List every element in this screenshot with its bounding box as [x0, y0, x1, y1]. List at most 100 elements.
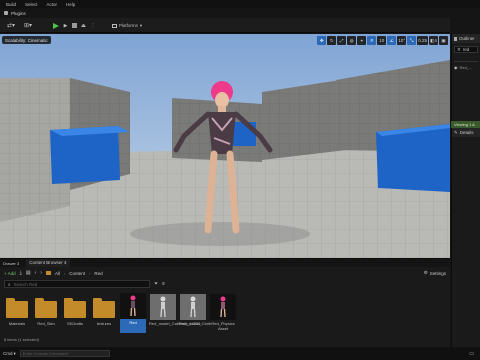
- scale-tool-button[interactable]: ⤢: [337, 36, 347, 45]
- eject-icon: ⏏: [81, 22, 86, 29]
- folder-icon: [64, 298, 86, 318]
- asset-tile-red-physics-asset[interactable]: Red_Physics Asset: [210, 294, 236, 331]
- scale-snap-button[interactable]: ⤡: [407, 36, 417, 45]
- viewport-scene: [0, 34, 450, 258]
- plugin-icon: [4, 11, 8, 15]
- tab-drawer[interactable]: Drawer 3: [0, 261, 22, 266]
- menu-bar: Build Select Actor Help: [0, 0, 480, 8]
- details-header[interactable]: ✎ Details: [452, 128, 480, 137]
- cb-search-placeholder: Search Red: [13, 281, 38, 287]
- outliner-search[interactable]: ✕ red: [454, 46, 478, 53]
- grid-snap-button[interactable]: #: [367, 36, 377, 45]
- stop-button[interactable]: [71, 21, 78, 30]
- menu-select[interactable]: Select: [25, 2, 38, 7]
- asset-tile-red-model-calibrate[interactable]: Red_model_Calibrate_LOD0: [149, 294, 201, 327]
- details-panel: ✎ Details: [451, 128, 480, 360]
- outliner-row[interactable]: ◉ Red_...: [454, 64, 478, 70]
- search-icon: ⌕: [8, 281, 11, 287]
- asset-label: Red_model_Calibrate_LOD0: [149, 321, 201, 326]
- outliner-panel: Outliner ✕ red ◉ Red_...: [451, 34, 480, 121]
- import-icon[interactable]: ⤓: [20, 270, 22, 276]
- details-icon: ✎: [454, 129, 458, 135]
- grid-icon: #: [370, 38, 373, 43]
- asset-tile-skdrafts[interactable]: SKDrafts: [62, 294, 88, 327]
- scale-icon: ⤢: [339, 38, 344, 43]
- viewing-status: Viewing 1 A: [451, 121, 480, 128]
- physics-asset-thumbnail: [210, 294, 236, 320]
- bottom-bar: Cmd ▾ Enter Console Command ▭: [0, 347, 480, 360]
- source-control-icon[interactable]: ▭: [469, 351, 474, 357]
- chevron-down-icon: ▾: [13, 350, 16, 356]
- rotation-snap-value[interactable]: 10°: [397, 36, 407, 45]
- scalability-label: Scalability: Cinematic: [5, 37, 48, 43]
- surface-snap-button[interactable]: ⌖: [357, 36, 367, 45]
- filter-icon[interactable]: ⏷: [154, 281, 158, 287]
- play-button[interactable]: [52, 21, 60, 30]
- console-input[interactable]: Enter Console Command: [19, 350, 110, 357]
- platforms-icon: [111, 23, 117, 28]
- eject-button[interactable]: ⏏: [80, 21, 87, 30]
- visibility-icon: ◉: [454, 64, 458, 70]
- back-icon[interactable]: ‹: [35, 270, 37, 276]
- physics-thumbnail: [150, 294, 176, 320]
- asset-tile-red-model-cloth[interactable]: Red_model_Cloth: [179, 294, 211, 327]
- globe-icon: ◍: [349, 37, 354, 43]
- add-content-button[interactable]: ⊞▾: [22, 21, 34, 30]
- cb-tab-bar: Drawer 3 Content Browser 4: [0, 259, 450, 267]
- asset-tile-textures[interactable]: textures: [91, 294, 117, 327]
- scalability-badge[interactable]: Scalability: Cinematic: [2, 36, 51, 44]
- translate-tool-button[interactable]: ✥: [317, 36, 327, 45]
- asset-tile-red-skin[interactable]: Red_Skin: [33, 294, 59, 327]
- grid-size-button[interactable]: 10: [377, 36, 387, 45]
- skeletal-mesh-thumbnail: [120, 293, 146, 319]
- platforms-button[interactable]: Platforms ▾: [110, 21, 144, 30]
- asset-label: Red_Physics Asset: [211, 321, 235, 331]
- breadcrumb-all[interactable]: All: [55, 271, 60, 276]
- filter-menu-icon[interactable]: ≡: [162, 281, 165, 287]
- settings-button[interactable]: ⚙ Settings: [424, 270, 446, 276]
- scale-snap-value[interactable]: 0.25: [417, 36, 428, 45]
- outliner-header: Outliner: [452, 34, 480, 43]
- save-icon[interactable]: ▤: [26, 270, 31, 276]
- main-toolbar: ⇄▾ ⊞▾ ▶ ⏏ ⋮ Platforms ▾: [0, 18, 450, 33]
- menu-help[interactable]: Help: [66, 2, 75, 7]
- coordinate-space-button[interactable]: ◍: [347, 36, 357, 45]
- step-button[interactable]: ▶: [62, 21, 69, 30]
- folder-icon: [35, 298, 57, 318]
- forward-icon[interactable]: ›: [40, 270, 42, 276]
- asset-label: textures: [96, 321, 112, 326]
- outliner-column-header: [454, 56, 478, 62]
- plugins-tab[interactable]: Plugins: [4, 9, 26, 17]
- add-button[interactable]: + Add: [4, 271, 16, 276]
- outliner-row-label: Red_...: [459, 64, 473, 70]
- asset-label: Red: [129, 320, 137, 325]
- more-icon: ⋮: [90, 22, 96, 29]
- play-options-button[interactable]: ⋮: [89, 21, 97, 30]
- select-mode-button[interactable]: ⇄▾: [4, 21, 18, 30]
- plugins-label: Plugins: [11, 10, 26, 16]
- viewport-tools: ✥ ↻ ⤢ ◍ ⌖ # 10 ∠ 10° ⤡ 0.25 ◧ 4 ▣: [317, 36, 448, 45]
- menu-build[interactable]: Build: [6, 2, 16, 7]
- rotate-icon: ↻: [329, 37, 334, 43]
- tab-content-browser[interactable]: Content Browser 4: [26, 259, 70, 267]
- level-viewport[interactable]: Scalability: Cinematic ✥ ↻ ⤢ ◍ ⌖ # 10 ∠ …: [0, 34, 450, 258]
- play-icon: [53, 22, 59, 29]
- cb-status: 8 items (1 selected): [4, 337, 39, 342]
- viewport-layout-button[interactable]: ▣: [439, 36, 448, 45]
- breadcrumb-red[interactable]: Red: [94, 271, 102, 276]
- outliner-search-value: red: [462, 47, 470, 52]
- camera-speed-button[interactable]: ◧ 4: [429, 36, 438, 45]
- asset-label: Materials: [8, 321, 26, 326]
- cb-search-input[interactable]: ⌕ Search Red: [4, 280, 150, 288]
- breadcrumb-content[interactable]: Content: [69, 271, 85, 276]
- gear-icon: ⚙: [423, 270, 428, 275]
- asset-tile-red[interactable]: Red: [120, 293, 146, 333]
- rotation-snap-button[interactable]: ∠: [387, 36, 397, 45]
- cmd-dropdown[interactable]: Cmd ▾: [3, 351, 16, 357]
- layout-icon: ▣: [441, 37, 446, 43]
- select-mode-icon: ⇄▾: [6, 23, 16, 29]
- menu-actor[interactable]: Actor: [47, 2, 58, 7]
- asset-tile-materials[interactable]: Materials: [4, 294, 30, 327]
- outliner-icon: [454, 36, 457, 41]
- rotate-tool-button[interactable]: ↻: [327, 36, 337, 45]
